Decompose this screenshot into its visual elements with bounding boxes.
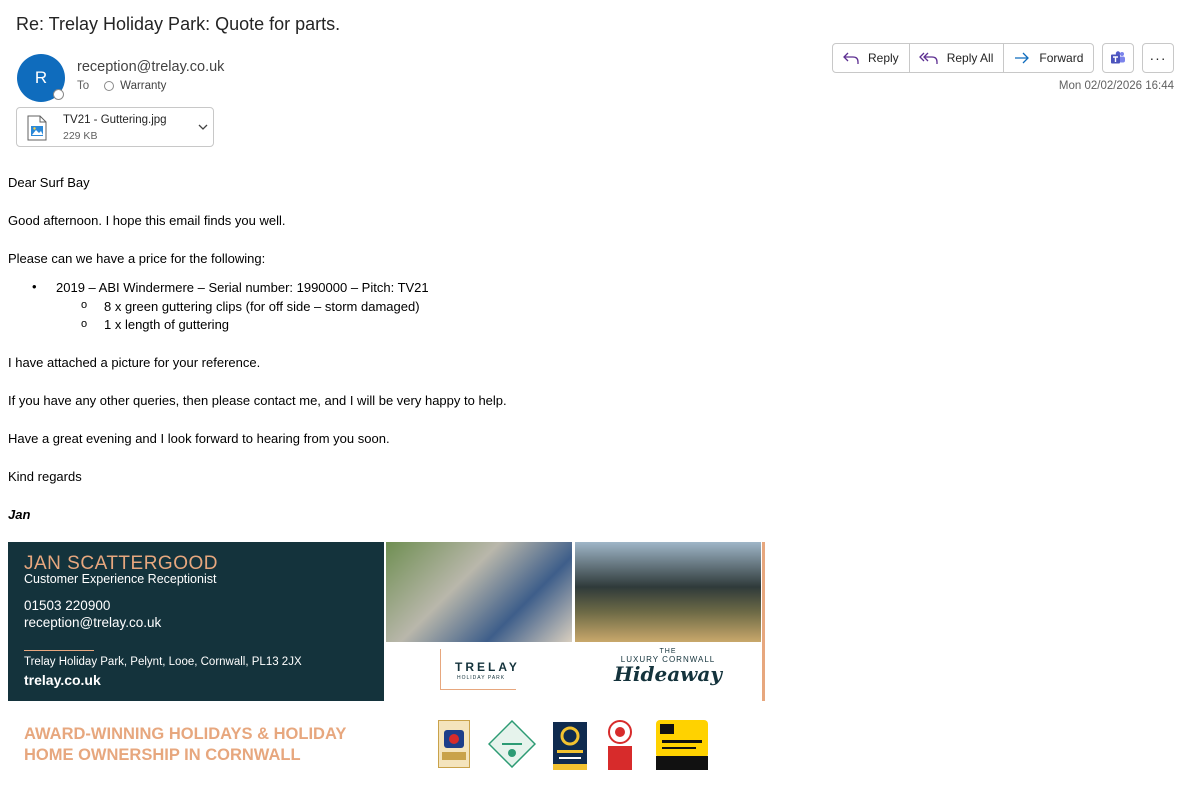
teams-button[interactable] (1102, 43, 1134, 73)
hideaway-logo-panel: THE LUXURY CORNWALL Hideaway (575, 642, 761, 701)
banner-role: Customer Experience Receptionist (24, 572, 217, 586)
sub-bullet-marker: o (81, 299, 88, 311)
trelay-logo: TRELAY HOLIDAY PARK (440, 649, 517, 690)
lodge-photo (575, 542, 761, 642)
trelay-logo-title: TRELAY (455, 660, 520, 674)
body-line: If you have any other queries, then plea… (8, 393, 507, 408)
forward-button[interactable]: Forward (1004, 44, 1093, 72)
sent-date: Mon 02/02/2026 16:44 (1058, 80, 1174, 92)
signature-name: Jan (8, 507, 31, 522)
to-label: To (77, 80, 90, 92)
sub-bullet-marker: o (81, 318, 88, 330)
trelay-logo-sub: HOLIDAY PARK (457, 675, 506, 681)
list-item: 2019 – ABI Windermere – Serial number: 1… (56, 280, 429, 295)
hideaway-logo-the: THE (659, 648, 677, 655)
closing: Kind regards (8, 469, 82, 484)
recipient-name[interactable]: Warranty (120, 80, 166, 92)
banner-phone: 01503 220900 (24, 598, 111, 613)
banner-contact-panel: JAN SCATTERGOOD Customer Experience Rece… (8, 542, 384, 701)
sub-list-item: 8 x green guttering clips (for off side … (104, 299, 420, 314)
aa-holiday-park-badge-icon (656, 720, 708, 770)
award-line-1: AWARD-WINNING HOLIDAYS & HOLIDAY (24, 725, 347, 743)
banner-email: reception@trelay.co.uk (24, 615, 162, 630)
greeting: Dear Surf Bay (8, 175, 90, 190)
body-line: Please can we have a price for the follo… (8, 251, 266, 266)
reply-icon (843, 52, 859, 64)
attachment-size: 229 KB (63, 130, 98, 142)
image-file-icon (27, 115, 47, 141)
diamond-award-badge-icon (488, 720, 536, 768)
message-actions: Reply Reply All Forward (832, 43, 1095, 73)
hideaway-logo: THE LUXURY CORNWALL Hideaway (575, 648, 761, 684)
reply-label: Reply (868, 51, 899, 65)
presence-status-icon (53, 89, 64, 100)
forward-icon (1015, 52, 1030, 64)
hideaway-logo-script: Hideaway (614, 662, 722, 686)
reply-all-label: Reply All (946, 51, 994, 65)
recipient-presence-icon (104, 81, 115, 91)
reply-button[interactable]: Reply (833, 44, 910, 72)
cornwall-tourism-awards-badge-icon (553, 722, 587, 770)
sub-list-item: 1 x length of guttering (104, 317, 230, 332)
banner-website: trelay.co.uk (24, 672, 101, 688)
sender-address[interactable]: reception@trelay.co.uk (77, 59, 224, 75)
body-line: Good afternoon. I hope this email finds … (8, 213, 286, 228)
forward-label: Forward (1039, 51, 1084, 65)
reply-all-button[interactable]: Reply All (910, 44, 1005, 72)
attachment-name: TV21 - Guttering.jpg (63, 114, 167, 126)
banner-divider (24, 650, 94, 651)
award-badges (438, 720, 718, 772)
attachment-card[interactable]: TV21 - Guttering.jpg 229 KB (16, 107, 214, 147)
body-line: I have attached a picture for your refer… (8, 355, 261, 370)
bullet-marker: • (32, 279, 37, 294)
visitengland-gold-badge-icon (438, 720, 470, 768)
body-line: Have a great evening and I look forward … (8, 431, 390, 446)
couple-photo (386, 542, 572, 642)
chevron-down-icon[interactable] (197, 121, 209, 133)
recipients-line: To Warranty (77, 80, 166, 92)
teams-icon (1111, 51, 1125, 64)
award-line-2: HOME OWNERSHIP IN CORNWALL (24, 746, 301, 764)
signature-banner: JAN SCATTERGOOD Customer Experience Rece… (8, 542, 765, 782)
more-actions-button[interactable]: ··· (1142, 43, 1174, 73)
award-text: AWARD-WINNING HOLIDAYS & HOLIDAY HOME OW… (24, 724, 346, 766)
banner-edge (762, 542, 765, 701)
trelay-logo-panel: TRELAY HOLIDAY PARK (386, 642, 572, 701)
reply-all-icon (918, 52, 938, 64)
banner-address: Trelay Holiday Park, Pelynt, Looe, Cornw… (24, 656, 302, 668)
email-subject: Re: Trelay Holiday Park: Quote for parts… (16, 14, 341, 34)
visitengland-rose-badge-icon (608, 720, 632, 770)
